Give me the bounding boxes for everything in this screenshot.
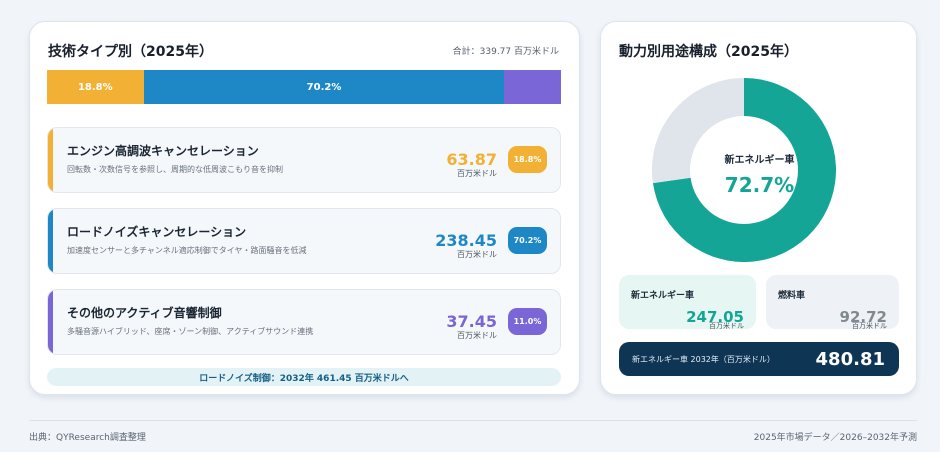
row-accent [48,209,53,273]
stack-segment-other [504,70,561,104]
row-description: 多騒音源ハイブリッド、座席・ゾーン制御、アクティブサウンド連携 [67,327,314,336]
row-accent [48,290,53,354]
share-badge: 18.8% [508,146,547,173]
total-label: 合計：339.77 百万米ドル [452,47,559,57]
ev-stat-unit: 百万米ドル [709,322,744,330]
footer-source: 出典：QYResearch調査整理 [29,433,146,443]
tech-row-other: その他のアクティブ音響制御 多騒音源ハイブリッド、座席・ゾーン制御、アクティブサ… [47,289,561,355]
footer-note: 2025年市場データ／2026–2032年予測 [753,433,917,443]
technology-card-title: 技術タイプ別（2025年） [48,44,213,60]
powertrain-card-title: 動力別用途構成（2025年） [619,44,798,60]
row-unit: 百万米ドル [457,250,497,259]
ev-2032-value: 480.81 [815,349,885,370]
stack-segment-engine: 18.8% [47,70,144,104]
row-description: 加速度センサーと多チャンネル適応制御でタイヤ・路面騒音を低減 [67,246,307,255]
donut-center-value: 72.7% [724,173,795,197]
stack-segment-road: 70.2% [143,70,505,104]
share-badge: 70.2% [508,227,547,254]
row-value: 238.45 [435,231,497,250]
donut-slice-fuel [652,78,744,184]
powertrain-card: 動力別用途構成（2025年） 新エネルギー車 72.7% 新エネルギー車 247… [600,21,917,395]
fuel-stat-box: 燃料車 92.72 百万米ドル [766,275,899,330]
footer-divider [29,420,917,421]
tech-row-road: ロードノイズキャンセレーション 加速度センサーと多チャンネル適応制御でタイヤ・路… [47,208,561,274]
row-unit: 百万米ドル [457,331,497,340]
ev-2032-banner: 新エネルギー車 2032年（百万米ドル） 480.81 [619,342,899,376]
row-value: 37.45 [446,312,497,331]
tech-row-engine: エンジン高調波キャンセレーション 回転数・次数信号を参照し、周期的な低周波こもり… [47,127,561,193]
row-accent [48,128,53,192]
fuel-stat-label: 燃料車 [778,291,806,301]
technology-type-card: 技術タイプ別（2025年） 合計：339.77 百万米ドル 18.8% 70.2%… [29,21,580,395]
row-name: エンジン高調波キャンセレーション [67,144,259,158]
donut-chart [652,78,836,262]
share-badge: 11.0% [508,308,547,335]
row-value: 63.87 [446,150,497,169]
row-description: 回転数・次数信号を参照し、周期的な低周波こもり音を抑制 [67,165,283,174]
ev-stat-label: 新エネルギー車 [631,291,695,301]
row-name: ロードノイズキャンセレーション [67,225,247,239]
row-name: その他のアクティブ音響制御 [67,306,222,320]
ev-stat-box: 新エネルギー車 247.05 百万米ドル [619,275,756,330]
fuel-stat-unit: 百万米ドル [852,322,887,330]
projection-note: ロードノイズ制御：2032年 461.45 百万米ドルへ [47,368,561,386]
row-unit: 百万米ドル [457,169,497,178]
ev-2032-label: 新エネルギー車 2032年（百万米ドル） [632,355,775,364]
donut-center-label: 新エネルギー車 [724,155,795,166]
stacked-share-bar: 18.8% 70.2% [47,70,561,104]
